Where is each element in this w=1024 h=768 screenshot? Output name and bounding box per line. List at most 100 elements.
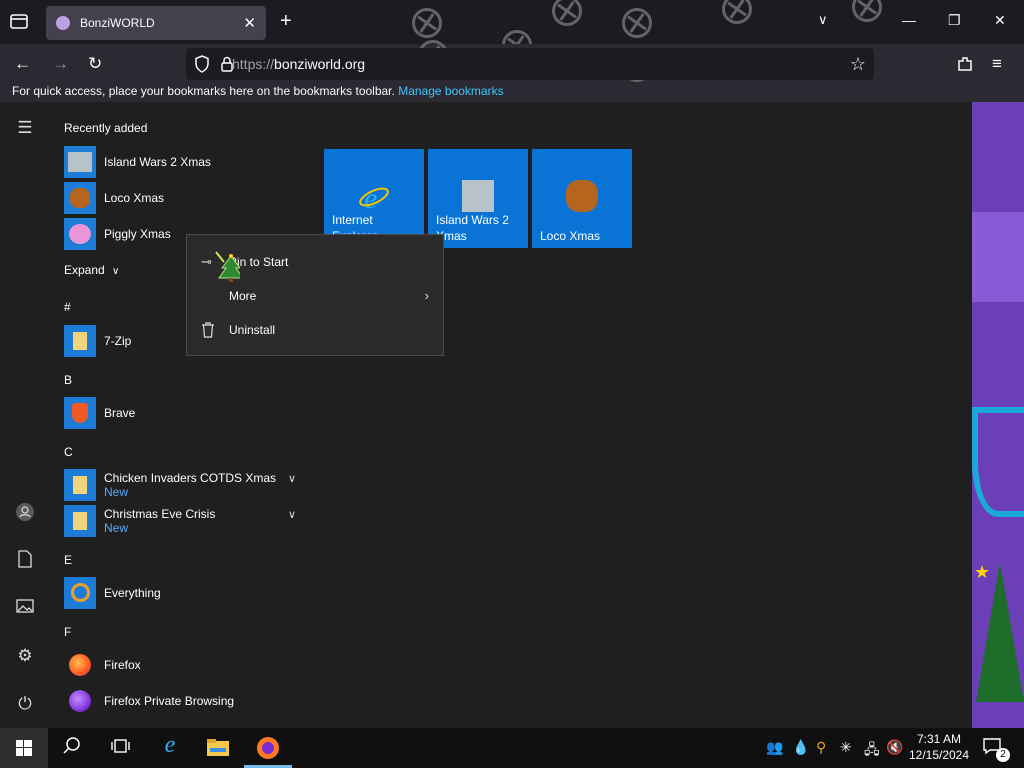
tab-list-icon[interactable] bbox=[8, 10, 32, 34]
extensions-icon[interactable] bbox=[956, 55, 974, 78]
power-icon[interactable]: ⏻ bbox=[14, 694, 36, 716]
list-item-firefox[interactable]: Firefox bbox=[64, 648, 304, 682]
folder-icon bbox=[64, 469, 96, 501]
bookmark-star-icon[interactable]: ☆ bbox=[850, 54, 866, 75]
close-window-button[interactable]: ✕ bbox=[994, 12, 1006, 29]
page-banner bbox=[972, 212, 1024, 302]
firefox-private-icon bbox=[64, 685, 96, 717]
user-avatar-icon[interactable] bbox=[14, 502, 36, 524]
christmas-tree-cursor-icon bbox=[214, 250, 244, 284]
app-label: Chicken Invaders COTDS Xmas bbox=[104, 471, 277, 485]
app-list: Recently added Island Wars 2 Xmas Loco X… bbox=[64, 102, 314, 728]
minimize-button[interactable]: — bbox=[902, 12, 916, 28]
back-button[interactable]: ← bbox=[14, 54, 31, 74]
loco-xmas-icon bbox=[64, 182, 96, 214]
piggly-xmas-icon bbox=[64, 218, 96, 250]
group-letter[interactable]: E bbox=[64, 553, 72, 567]
app-label: Firefox Private Browsing bbox=[104, 694, 235, 708]
shield-icon[interactable] bbox=[194, 55, 210, 76]
group-letter[interactable]: B bbox=[64, 373, 72, 387]
list-item-island-wars[interactable]: Island Wars 2 Xmas bbox=[64, 145, 304, 179]
loco-xmas-icon bbox=[566, 180, 598, 212]
hamburger-menu-icon[interactable]: ≡ bbox=[992, 54, 1002, 74]
list-item-loco-xmas[interactable]: Loco Xmas bbox=[64, 181, 304, 215]
folder-icon bbox=[64, 505, 96, 537]
tile-label-line1: Loco Xmas bbox=[540, 229, 601, 243]
url-bar[interactable]: https://bonziworld.org ☆ bbox=[186, 48, 874, 80]
wheel-decoration bbox=[722, 0, 752, 24]
water-drop-icon[interactable]: 💧 bbox=[792, 739, 809, 756]
everything-tray-icon[interactable]: ⚲ bbox=[816, 739, 826, 756]
url-host: bonziworld.org bbox=[274, 56, 366, 72]
notification-count-badge: 2 bbox=[996, 748, 1010, 762]
globe-decoration bbox=[972, 407, 1024, 517]
chevron-right-icon: › bbox=[424, 288, 429, 303]
tile-loco-xmas[interactable]: Loco Xmas bbox=[532, 149, 632, 248]
lock-icon[interactable] bbox=[220, 55, 234, 76]
wheel-decoration bbox=[412, 8, 442, 38]
manage-bookmarks-link[interactable]: Manage bookmarks bbox=[398, 84, 503, 98]
url-text[interactable]: https://bonziworld.org bbox=[232, 56, 365, 72]
snowflake-icon[interactable]: ✳ bbox=[840, 739, 852, 756]
internet-explorer-taskbar-icon[interactable]: e bbox=[158, 732, 182, 758]
tile-label: Island Wars 2 Xmas bbox=[436, 212, 509, 244]
network-icon[interactable]: 🖧 bbox=[864, 739, 880, 763]
list-item-christmas-eve-crisis[interactable]: Christmas Eve Crisis New ∨ bbox=[64, 504, 304, 538]
expand-label: Expand bbox=[64, 263, 105, 277]
group-letter[interactable]: F bbox=[64, 625, 71, 639]
expand-button[interactable]: Expand ∨ bbox=[64, 263, 119, 277]
chevron-down-icon[interactable]: ∨ bbox=[288, 508, 296, 521]
start-button[interactable] bbox=[0, 728, 48, 768]
svg-text:e: e bbox=[364, 182, 377, 212]
chevron-down-icon: ∨ bbox=[112, 266, 120, 277]
taskbar: e 👥 💧 ⚲ ✳ 🖧 🔇 7:31 AM 12/15/2024 2 bbox=[0, 728, 1024, 768]
bookmarks-hint-text: For quick access, place your bookmarks h… bbox=[12, 84, 395, 98]
group-letter[interactable]: # bbox=[64, 300, 71, 314]
menu-item-uninstall[interactable]: Uninstall bbox=[187, 315, 443, 345]
page-content: ★ bbox=[972, 102, 1024, 728]
reload-button[interactable]: ↻ bbox=[88, 54, 102, 74]
list-item-brave[interactable]: Brave bbox=[64, 396, 304, 430]
folder-icon bbox=[64, 325, 96, 357]
new-tab-button[interactable]: + bbox=[280, 10, 292, 33]
restore-button[interactable]: ❐ bbox=[948, 12, 961, 29]
bookmarks-toolbar: For quick access, place your bookmarks h… bbox=[0, 84, 1024, 102]
firefox-taskbar-icon[interactable] bbox=[256, 736, 280, 760]
task-view-icon[interactable] bbox=[108, 736, 132, 760]
file-explorer-icon[interactable] bbox=[206, 736, 230, 760]
group-letter[interactable]: C bbox=[64, 445, 73, 459]
start-rail: ☰ ⚙ ⏻ bbox=[0, 102, 48, 728]
everything-search-icon bbox=[64, 577, 96, 609]
notifications-icon[interactable]: 2 bbox=[982, 736, 1010, 762]
hamburger-icon[interactable]: ☰ bbox=[14, 118, 36, 140]
new-badge: New bbox=[104, 521, 129, 535]
search-icon[interactable] bbox=[60, 736, 84, 760]
trash-icon bbox=[201, 322, 217, 338]
christmas-tree-image bbox=[976, 562, 1024, 702]
chevron-down-icon[interactable]: ∨ bbox=[818, 12, 828, 28]
menu-item-more[interactable]: More › bbox=[187, 281, 443, 311]
list-item-everything[interactable]: Everything bbox=[64, 576, 304, 610]
settings-gear-icon[interactable]: ⚙ bbox=[14, 646, 36, 668]
tile-label-line1: Internet bbox=[332, 213, 373, 227]
close-tab-icon[interactable]: ✕ bbox=[243, 14, 256, 32]
pictures-icon[interactable] bbox=[14, 598, 36, 620]
people-icon[interactable]: 👥 bbox=[766, 739, 783, 756]
island-wars-icon bbox=[64, 146, 96, 178]
chevron-down-icon[interactable]: ∨ bbox=[288, 472, 296, 485]
recently-added-heading: Recently added bbox=[64, 121, 148, 135]
clock[interactable]: 7:31 AM 12/15/2024 bbox=[906, 731, 972, 763]
forward-button[interactable]: → bbox=[52, 54, 69, 74]
island-wars-icon bbox=[462, 180, 494, 212]
documents-icon[interactable] bbox=[14, 550, 36, 572]
firefox-icon bbox=[64, 649, 96, 681]
tile-label: Loco Xmas bbox=[540, 228, 600, 244]
app-label: Island Wars 2 Xmas bbox=[104, 155, 211, 169]
menu-item-label: More bbox=[229, 289, 257, 303]
tab-bonziworld[interactable]: BonziWORLD ✕ bbox=[46, 6, 266, 40]
new-badge: New bbox=[104, 485, 129, 499]
volume-muted-icon[interactable]: 🔇 bbox=[886, 739, 903, 756]
list-item-chicken-invaders[interactable]: Chicken Invaders COTDS Xmas New ∨ bbox=[64, 468, 304, 502]
list-item-firefox-private[interactable]: Firefox Private Browsing bbox=[64, 684, 304, 718]
app-label: Loco Xmas bbox=[104, 191, 165, 205]
